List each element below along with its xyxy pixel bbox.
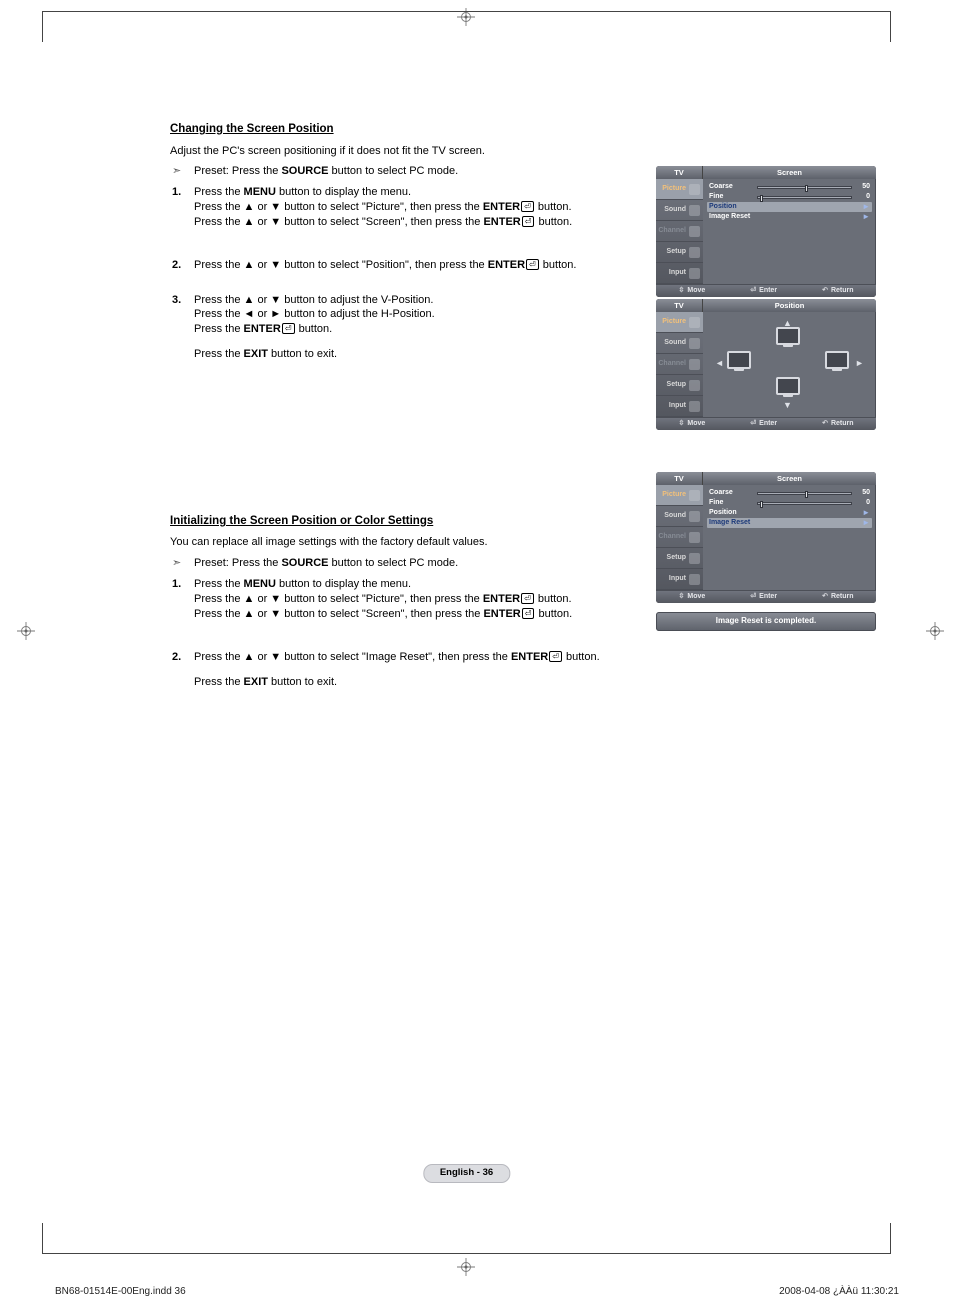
footer-enter: Enter [750,419,777,428]
footer-enter: Enter [750,286,777,295]
row-position[interactable]: Position► [707,202,872,212]
tab-channel[interactable]: Channel [656,354,703,375]
osd-title: Position [703,299,876,312]
enter-icon: ⏎ [549,651,562,662]
enter-icon: ⏎ [522,608,535,619]
section-heading: Changing the Screen Position [170,122,876,138]
enter-icon: ⏎ [522,216,535,227]
row-coarse[interactable]: Coarse50 [709,488,870,498]
tv-top-icon [776,327,800,345]
footer-move: Move [679,286,706,295]
osd-message-bar: Image Reset is completed. [656,612,876,631]
osd-screen-menu: TV Screen Picture Sound Channel Setup In… [656,166,876,297]
osd-title: Screen [703,166,876,179]
tab-sound[interactable]: Sound [656,333,703,354]
indd-filename: BN68-01514E-00Eng.indd 36 [55,1285,186,1299]
tab-channel[interactable]: Channel [656,527,703,548]
osd-tabs: Picture Sound Channel Setup Input [656,179,703,284]
step: Press the ▲ or ▼ button to adjust the V-… [194,293,644,362]
registration-mark-icon [926,622,944,640]
main-content: Changing the Screen Position Adjust the … [170,122,876,709]
tab-picture[interactable]: Picture [656,485,703,506]
arrow-down-icon: ▼ [783,399,792,411]
tv-right-icon [825,351,849,369]
page-number: English - 36 [423,1164,510,1183]
tab-sound[interactable]: Sound [656,200,703,221]
row-coarse[interactable]: Coarse50 [709,182,870,192]
step: Press the MENU button to display the men… [194,185,644,230]
osd-tv-label: TV [656,166,703,179]
tab-setup[interactable]: Setup [656,375,703,396]
tab-input[interactable]: Input [656,263,703,284]
tv-bottom-icon [776,377,800,395]
enter-icon: ⏎ [521,201,534,212]
tab-channel[interactable]: Channel [656,221,703,242]
tab-picture[interactable]: Picture [656,312,703,333]
step: Press the MENU button to display the men… [194,577,644,622]
row-position[interactable]: Position► [709,508,870,518]
row-image-reset[interactable]: Image Reset► [709,212,870,222]
tab-picture[interactable]: Picture [656,179,703,200]
enter-icon: ⏎ [521,593,534,604]
timestamp: 2008-04-08 ¿ÀÀü 11:30:21 [779,1285,899,1299]
tab-input[interactable]: Input [656,569,703,590]
enter-icon: ⏎ [526,259,539,270]
tab-setup[interactable]: Setup [656,242,703,263]
row-image-reset[interactable]: Image Reset► [707,518,872,528]
tab-input[interactable]: Input [656,396,703,417]
osd-position-menu: TV Position Picture Sound Channel Setup … [656,299,876,430]
tab-sound[interactable]: Sound [656,506,703,527]
osd-tv-label: TV [656,299,703,312]
registration-mark-icon [17,622,35,640]
print-metadata: BN68-01514E-00Eng.indd 36 2008-04-08 ¿ÀÀ… [55,1285,899,1299]
footer-return: Return [822,592,853,601]
enter-icon: ⏎ [282,323,295,334]
row-fine[interactable]: Fine0 [709,498,870,508]
footer-return: Return [822,419,853,428]
row-fine[interactable]: Fine0 [709,192,870,202]
page-frame: Changing the Screen Position Adjust the … [42,11,891,1254]
tab-setup[interactable]: Setup [656,548,703,569]
step: Press the ▲ or ▼ button to select "Posit… [194,258,644,273]
step: Press the ▲ or ▼ button to select "Image… [194,650,674,690]
arrow-right-icon: ► [855,357,864,369]
osd-title: Screen [703,472,876,485]
position-grid[interactable]: ▲ ◄ ► ▼ [709,315,870,411]
tv-left-icon [727,351,751,369]
registration-mark-icon [457,1258,475,1276]
footer-move: Move [679,592,706,601]
intro-text: Adjust the PC's screen positioning if it… [170,144,876,159]
osd-tv-label: TV [656,472,703,485]
footer-move: Move [679,419,706,428]
footer-return: Return [822,286,853,295]
footer-enter: Enter [750,592,777,601]
osd-screen-menu-reset: TV Screen Picture Sound Channel Setup In… [656,472,876,603]
arrow-left-icon: ◄ [715,357,724,369]
